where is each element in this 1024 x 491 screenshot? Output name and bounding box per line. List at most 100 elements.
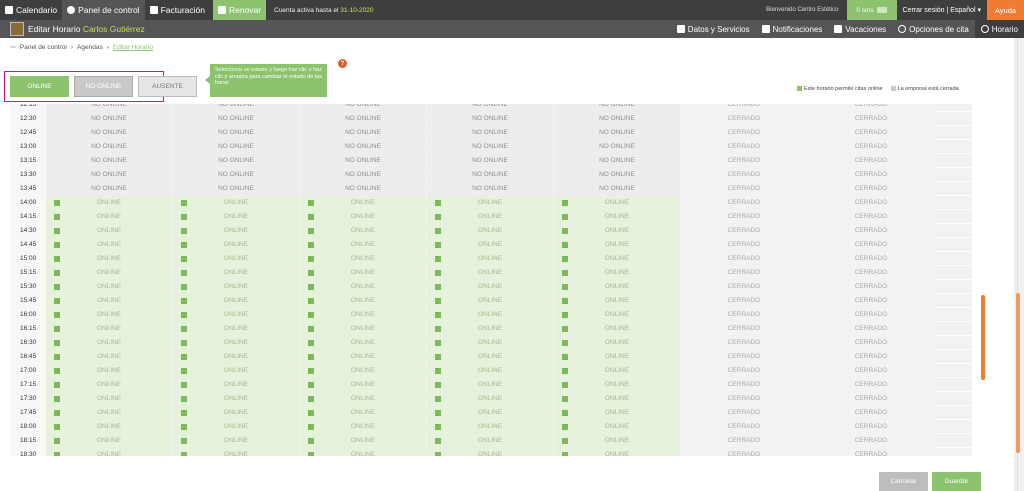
schedule-cell[interactable]: ONLINE [427, 252, 553, 266]
schedule-cell[interactable]: ONLINE [46, 280, 172, 294]
tab-notificaciones[interactable]: Notificaciones [756, 20, 829, 38]
schedule-cell[interactable]: ONLINE [427, 364, 553, 378]
ausente-status-button[interactable]: AUSENTE [138, 76, 197, 97]
schedule-cell[interactable]: ONLINE [554, 420, 680, 434]
schedule-cell[interactable]: ONLINE [554, 266, 680, 280]
schedule-cell[interactable]: ONLINE [46, 364, 172, 378]
schedule-cell[interactable]: ONLINE [554, 406, 680, 420]
schedule-cell[interactable]: NO ONLINE [554, 126, 680, 140]
breadcrumb-agendas[interactable]: Agendas [77, 44, 103, 51]
logout-language-menu[interactable]: Cerrar sesión | Español ▾ [897, 6, 987, 14]
schedule-cell[interactable]: ONLINE [300, 252, 426, 266]
schedule-cell[interactable]: ONLINE [173, 392, 299, 406]
schedule-cell[interactable]: ONLINE [300, 448, 426, 456]
schedule-cell[interactable]: ONLINE [173, 448, 299, 456]
schedule-cell[interactable]: ONLINE [554, 322, 680, 336]
schedule-cell[interactable]: ONLINE [300, 266, 426, 280]
schedule-cell[interactable]: ONLINE [427, 196, 553, 210]
schedule-cell[interactable]: ONLINE [554, 364, 680, 378]
schedule-cell[interactable]: NO ONLINE [300, 182, 426, 196]
schedule-cell[interactable]: NO ONLINE [300, 112, 426, 126]
schedule-cell[interactable]: NO ONLINE [427, 112, 553, 126]
schedule-cell[interactable]: ONLINE [46, 420, 172, 434]
schedule-cell[interactable]: ONLINE [300, 280, 426, 294]
schedule-cell[interactable]: ONLINE [173, 364, 299, 378]
schedule-cell[interactable]: ONLINE [554, 308, 680, 322]
schedule-cell[interactable]: ONLINE [300, 196, 426, 210]
schedule-cell[interactable]: NO ONLINE [46, 154, 172, 168]
schedule-cell[interactable]: NO ONLINE [300, 168, 426, 182]
tab-datos-servicios[interactable]: Datos y Servicios [671, 20, 756, 38]
schedule-cell[interactable]: NO ONLINE [554, 104, 680, 112]
schedule-cell[interactable]: ONLINE [300, 308, 426, 322]
schedule-cell[interactable]: ONLINE [46, 322, 172, 336]
schedule-cell[interactable]: ONLINE [427, 406, 553, 420]
schedule-cell[interactable]: ONLINE [46, 378, 172, 392]
tab-horario[interactable]: Horario [974, 20, 1024, 38]
schedule-cell[interactable]: ONLINE [554, 210, 680, 224]
schedule-cell[interactable]: ONLINE [173, 294, 299, 308]
tab-vacaciones[interactable]: Vacaciones [828, 20, 892, 38]
schedule-cell[interactable]: NO ONLINE [46, 104, 172, 112]
schedule-cell[interactable]: NO ONLINE [554, 112, 680, 126]
schedule-cell[interactable]: ONLINE [46, 224, 172, 238]
schedule-cell[interactable]: NO ONLINE [554, 168, 680, 182]
schedule-cell[interactable]: NO ONLINE [173, 154, 299, 168]
schedule-cell[interactable]: NO ONLINE [427, 154, 553, 168]
schedule-cell[interactable]: ONLINE [46, 434, 172, 448]
breadcrumb-panel[interactable]: Panel de control [20, 44, 67, 51]
schedule-cell[interactable]: ONLINE [300, 294, 426, 308]
schedule-cell[interactable]: ONLINE [427, 210, 553, 224]
schedule-cell[interactable]: ONLINE [46, 336, 172, 350]
schedule-cell[interactable]: ONLINE [46, 238, 172, 252]
schedule-cell[interactable]: ONLINE [300, 392, 426, 406]
schedule-cell[interactable]: ONLINE [427, 420, 553, 434]
schedule-cell[interactable]: ONLINE [173, 350, 299, 364]
schedule-cell[interactable]: ONLINE [173, 308, 299, 322]
schedule-cell[interactable]: ONLINE [173, 378, 299, 392]
save-button[interactable]: Guardar [932, 472, 981, 491]
schedule-cell[interactable]: ONLINE [46, 266, 172, 280]
online-status-button[interactable]: ONLINE [10, 76, 69, 97]
nav-calendario[interactable]: Calendario [0, 0, 62, 20]
grid-scroll-indicator[interactable] [981, 295, 985, 380]
schedule-cell[interactable]: NO ONLINE [173, 112, 299, 126]
schedule-cell[interactable]: ONLINE [300, 364, 426, 378]
schedule-cell[interactable]: NO ONLINE [46, 112, 172, 126]
schedule-cell[interactable]: NO ONLINE [46, 182, 172, 196]
schedule-cell[interactable]: ONLINE [554, 434, 680, 448]
nav-panel-de-control[interactable]: Panel de control [62, 0, 145, 20]
schedule-cell[interactable]: ONLINE [173, 434, 299, 448]
schedule-cell[interactable]: ONLINE [300, 224, 426, 238]
schedule-cell[interactable]: ONLINE [300, 434, 426, 448]
schedule-cell[interactable]: ONLINE [554, 378, 680, 392]
help-button[interactable]: Ayuda [987, 0, 1024, 20]
no-online-status-button[interactable]: NO ONLINE [74, 76, 133, 97]
schedule-cell[interactable]: NO ONLINE [173, 182, 299, 196]
schedule-cell[interactable]: ONLINE [427, 350, 553, 364]
breadcrumb-current[interactable]: Editar Horario [113, 44, 153, 51]
schedule-cell[interactable]: ONLINE [554, 448, 680, 456]
cancel-button[interactable]: Cancelar [879, 472, 928, 491]
schedule-cell[interactable]: ONLINE [173, 196, 299, 210]
schedule-cell[interactable]: ONLINE [554, 238, 680, 252]
schedule-cell[interactable]: ONLINE [46, 350, 172, 364]
schedule-cell[interactable]: ONLINE [300, 406, 426, 420]
schedule-cell[interactable]: ONLINE [300, 336, 426, 350]
schedule-cell[interactable]: ONLINE [173, 266, 299, 280]
schedule-cell[interactable]: ONLINE [427, 448, 553, 456]
page-scrollbar[interactable] [1014, 38, 1024, 491]
schedule-cell[interactable]: NO ONLINE [46, 168, 172, 182]
schedule-cell[interactable]: NO ONLINE [554, 182, 680, 196]
back-arrow-icon[interactable]: ⇦ [10, 43, 16, 51]
schedule-cell[interactable]: ONLINE [46, 252, 172, 266]
schedule-cell[interactable]: ONLINE [554, 224, 680, 238]
schedule-cell[interactable]: ONLINE [554, 196, 680, 210]
schedule-cell[interactable]: ONLINE [46, 448, 172, 456]
schedule-cell[interactable]: ONLINE [300, 378, 426, 392]
schedule-cell[interactable]: ONLINE [300, 420, 426, 434]
schedule-cell[interactable]: ONLINE [173, 238, 299, 252]
schedule-cell[interactable]: ONLINE [300, 210, 426, 224]
schedule-cell[interactable]: NO ONLINE [427, 182, 553, 196]
schedule-cell[interactable]: ONLINE [300, 322, 426, 336]
